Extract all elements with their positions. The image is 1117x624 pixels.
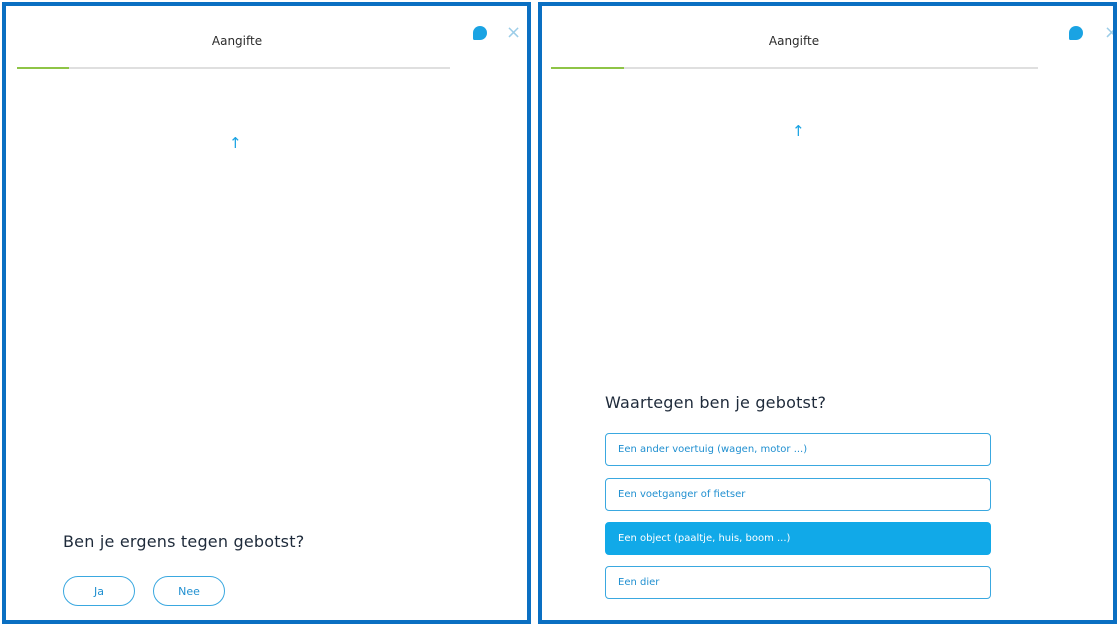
option-pedestrian-cyclist[interactable]: Een voetganger of fietser xyxy=(605,478,991,511)
page-title: Aangifte xyxy=(211,34,263,48)
option-other-vehicle[interactable]: Een ander voertuig (wagen, motor ...) xyxy=(605,433,991,466)
question-text: Waartegen ben je gebotst? xyxy=(605,393,827,412)
progress-fill xyxy=(17,67,69,69)
answer-no-button[interactable]: Nee xyxy=(153,576,225,606)
page-title: Aangifte xyxy=(768,34,820,48)
close-icon[interactable]: × xyxy=(1104,24,1113,42)
progress-bar xyxy=(551,67,1038,69)
arrow-up-icon: ↑ xyxy=(792,122,805,140)
arrow-up-icon: ↑ xyxy=(229,134,242,152)
progress-bar xyxy=(17,67,450,69)
progress-fill xyxy=(551,67,625,69)
answer-yes-button[interactable]: Ja xyxy=(63,576,135,606)
left-panel: Aangifte × ↑ Ben je ergens tegen gebotst… xyxy=(2,2,531,624)
chat-bubble-icon[interactable] xyxy=(1069,26,1083,40)
option-animal[interactable]: Een dier xyxy=(605,566,991,599)
close-icon[interactable]: × xyxy=(506,24,521,42)
option-object[interactable]: Een object (paaltje, huis, boom ...) xyxy=(605,522,991,555)
question-text: Ben je ergens tegen gebotst? xyxy=(63,532,305,551)
right-panel: Aangifte × ↑ Waartegen ben je gebotst? E… xyxy=(538,2,1117,624)
chat-bubble-icon[interactable] xyxy=(473,26,487,40)
